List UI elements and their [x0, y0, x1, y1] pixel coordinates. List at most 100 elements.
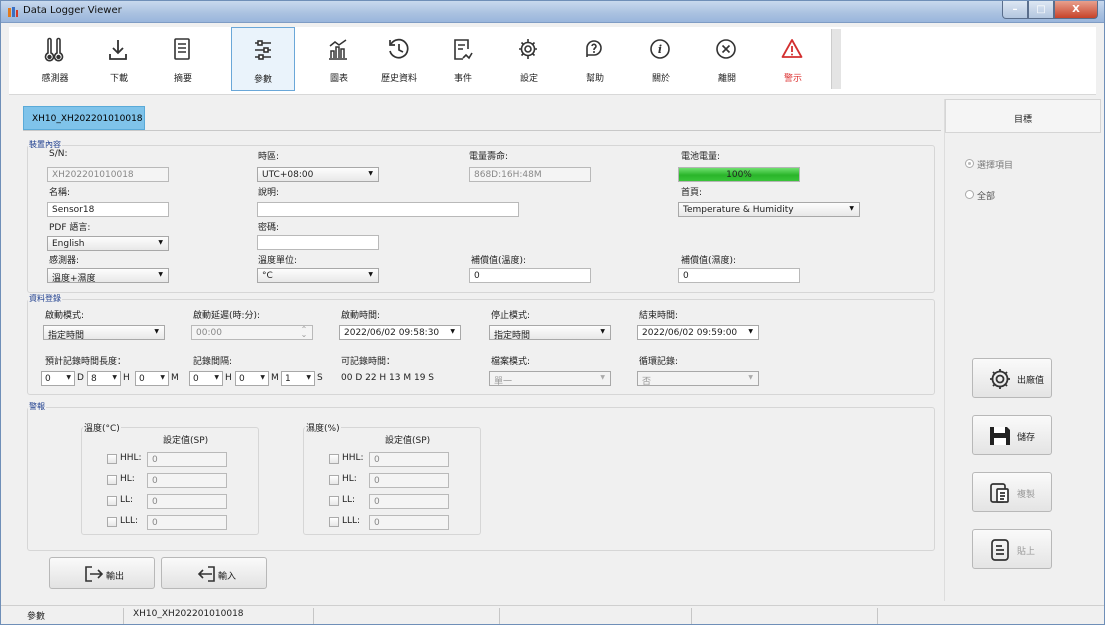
summary-icon: [174, 38, 190, 60]
password-field[interactable]: [257, 235, 379, 250]
alarm-row-label: LL:: [342, 495, 356, 505]
interval-hours-dropdown[interactable]: 0: [189, 371, 223, 386]
start-delay-field[interactable]: 00:00: [191, 325, 313, 340]
duration-hours-dropdown[interactable]: 8: [87, 371, 121, 386]
toolbar-parameters-button[interactable]: 參數: [231, 27, 295, 91]
ll-checkbox[interactable]: [329, 496, 339, 506]
import-label: 輸入: [218, 572, 237, 582]
toolbar-events-button[interactable]: 事件: [431, 27, 495, 91]
export-label: 輸出: [106, 572, 125, 582]
duration-days-dropdown[interactable]: 0: [41, 371, 75, 386]
temp-unit-dropdown[interactable]: °C: [257, 268, 379, 283]
description-field[interactable]: [257, 202, 519, 217]
battery-life-label: 電量壽命:: [469, 152, 509, 162]
toolbar-label: 感測器: [41, 74, 69, 84]
factory-default-label: 出廠值: [1017, 376, 1045, 386]
group-title: 資料登錄: [28, 293, 62, 304]
save-button[interactable]: 儲存: [972, 415, 1052, 455]
pdf-language-label: PDF 語言:: [49, 223, 91, 233]
export-icon: [85, 566, 104, 582]
import-button[interactable]: 輸入: [161, 557, 267, 589]
hum-lll-field[interactable]: 0: [369, 515, 449, 530]
radio-all-label: 全部: [977, 192, 996, 202]
toolbar-history-button[interactable]: 歷史資料: [367, 27, 431, 91]
toolbar-chart-button[interactable]: 圖表: [307, 27, 371, 91]
maximize-button[interactable]: □: [1028, 1, 1054, 19]
start-delay-label: 啟動延遲(時:分):: [193, 311, 261, 321]
toolbar-download-button[interactable]: 下載: [87, 27, 151, 91]
radio-selected-items[interactable]: [965, 159, 974, 168]
pdf-language-dropdown[interactable]: English: [47, 236, 169, 251]
hum-hhl-field[interactable]: 0: [369, 452, 449, 467]
paste-label: 貼上: [1017, 547, 1036, 557]
hhl-checkbox[interactable]: [107, 454, 117, 464]
import-icon: [197, 566, 215, 582]
description-label: 說明:: [258, 188, 280, 198]
stop-mode-dropdown[interactable]: 指定時間: [489, 325, 611, 340]
sn-label: S/N:: [49, 149, 68, 159]
alarm-row-label: LL:: [120, 495, 134, 505]
tab-device[interactable]: XH10_XH202201010018: [23, 106, 145, 130]
minimize-button[interactable]: –: [1002, 1, 1028, 19]
start-mode-dropdown[interactable]: 指定時間: [43, 325, 165, 340]
export-button[interactable]: 輸出: [49, 557, 155, 589]
factory-default-button[interactable]: 出廠值: [972, 358, 1052, 398]
toolbar-exit-button[interactable]: 離開: [695, 27, 759, 91]
sensor-dropdown[interactable]: 溫度+濕度: [47, 268, 169, 283]
spinner-icon[interactable]: ⌃ ⌄: [299, 326, 309, 339]
ll-checkbox[interactable]: [107, 496, 117, 506]
toolbar-about-button[interactable]: i 關於: [629, 27, 693, 91]
lll-checkbox[interactable]: [107, 517, 117, 527]
comp-temp-field[interactable]: 0: [469, 268, 591, 283]
copy-icon: [990, 483, 1009, 503]
timezone-dropdown[interactable]: UTC+08:00: [257, 167, 379, 182]
toolbar-label: 圖表: [329, 74, 348, 84]
cycle-dropdown: 否: [637, 371, 759, 386]
main-toolbar: 感測器 下載 摘要 參數 圖表 歷史資料 事件 設定 幫助 i 關於 離開 警示: [9, 27, 1096, 95]
temp-ll-field[interactable]: 0: [147, 494, 227, 509]
status-divider: [499, 608, 500, 624]
temp-hl-field[interactable]: 0: [147, 473, 227, 488]
toolbar-summary-button[interactable]: 摘要: [151, 27, 215, 91]
title-bar: Data Logger Viewer – □ X: [1, 1, 1104, 23]
app-logo-icon: [8, 7, 18, 17]
toolbar-sensors-button[interactable]: 感測器: [23, 27, 87, 91]
toolbar-alarm-button[interactable]: 警示: [761, 27, 825, 91]
hum-ll-field[interactable]: 0: [369, 494, 449, 509]
paste-icon: [991, 539, 1009, 561]
start-mode-label: 啟動模式:: [45, 311, 85, 321]
comp-hum-field[interactable]: 0: [678, 268, 800, 283]
status-divider: [877, 608, 878, 624]
end-time-label: 結束時間:: [639, 311, 679, 321]
temp-unit-label: 溫度單位:: [258, 256, 298, 266]
end-time-picker[interactable]: 2022/06/02 09:59:00: [637, 325, 759, 340]
chart-icon: [329, 39, 347, 60]
close-button[interactable]: X: [1054, 1, 1098, 19]
cycle-label: 循環記錄:: [639, 357, 679, 367]
hl-checkbox[interactable]: [329, 475, 339, 485]
status-divider: [123, 608, 124, 624]
lll-checkbox[interactable]: [329, 517, 339, 527]
battery-percent: 100%: [726, 170, 752, 180]
start-time-picker[interactable]: 2022/06/02 09:58:30: [339, 325, 461, 340]
toolbar-settings-button[interactable]: 設定: [497, 27, 561, 91]
temp-lll-field[interactable]: 0: [147, 515, 227, 530]
stop-mode-label: 停止模式:: [491, 311, 531, 321]
history-icon: [389, 38, 409, 59]
toolbar-help-button[interactable]: 幫助: [563, 27, 627, 91]
comp-temp-label: 補償值(溫度):: [471, 256, 527, 266]
duration-minutes-dropdown[interactable]: 0: [135, 371, 169, 386]
interval-seconds-dropdown[interactable]: 1: [281, 371, 315, 386]
radio-all[interactable]: [965, 190, 974, 199]
temp-hhl-field[interactable]: 0: [147, 452, 227, 467]
parameter-panel: 裝置內容 S/N: XH202201010018 時區: UTC+08:00 電…: [23, 130, 941, 600]
name-field[interactable]: Sensor18: [47, 202, 169, 217]
interval-minutes-dropdown[interactable]: 0: [235, 371, 269, 386]
temp-alarm-title: 溫度(°C): [83, 421, 121, 434]
home-dropdown[interactable]: Temperature & Humidity: [678, 202, 860, 217]
toolbar-grip[interactable]: [831, 29, 841, 89]
hum-hl-field[interactable]: 0: [369, 473, 449, 488]
status-device: XH10_XH202201010018: [133, 609, 244, 619]
hl-checkbox[interactable]: [107, 475, 117, 485]
hhl-checkbox[interactable]: [329, 454, 339, 464]
